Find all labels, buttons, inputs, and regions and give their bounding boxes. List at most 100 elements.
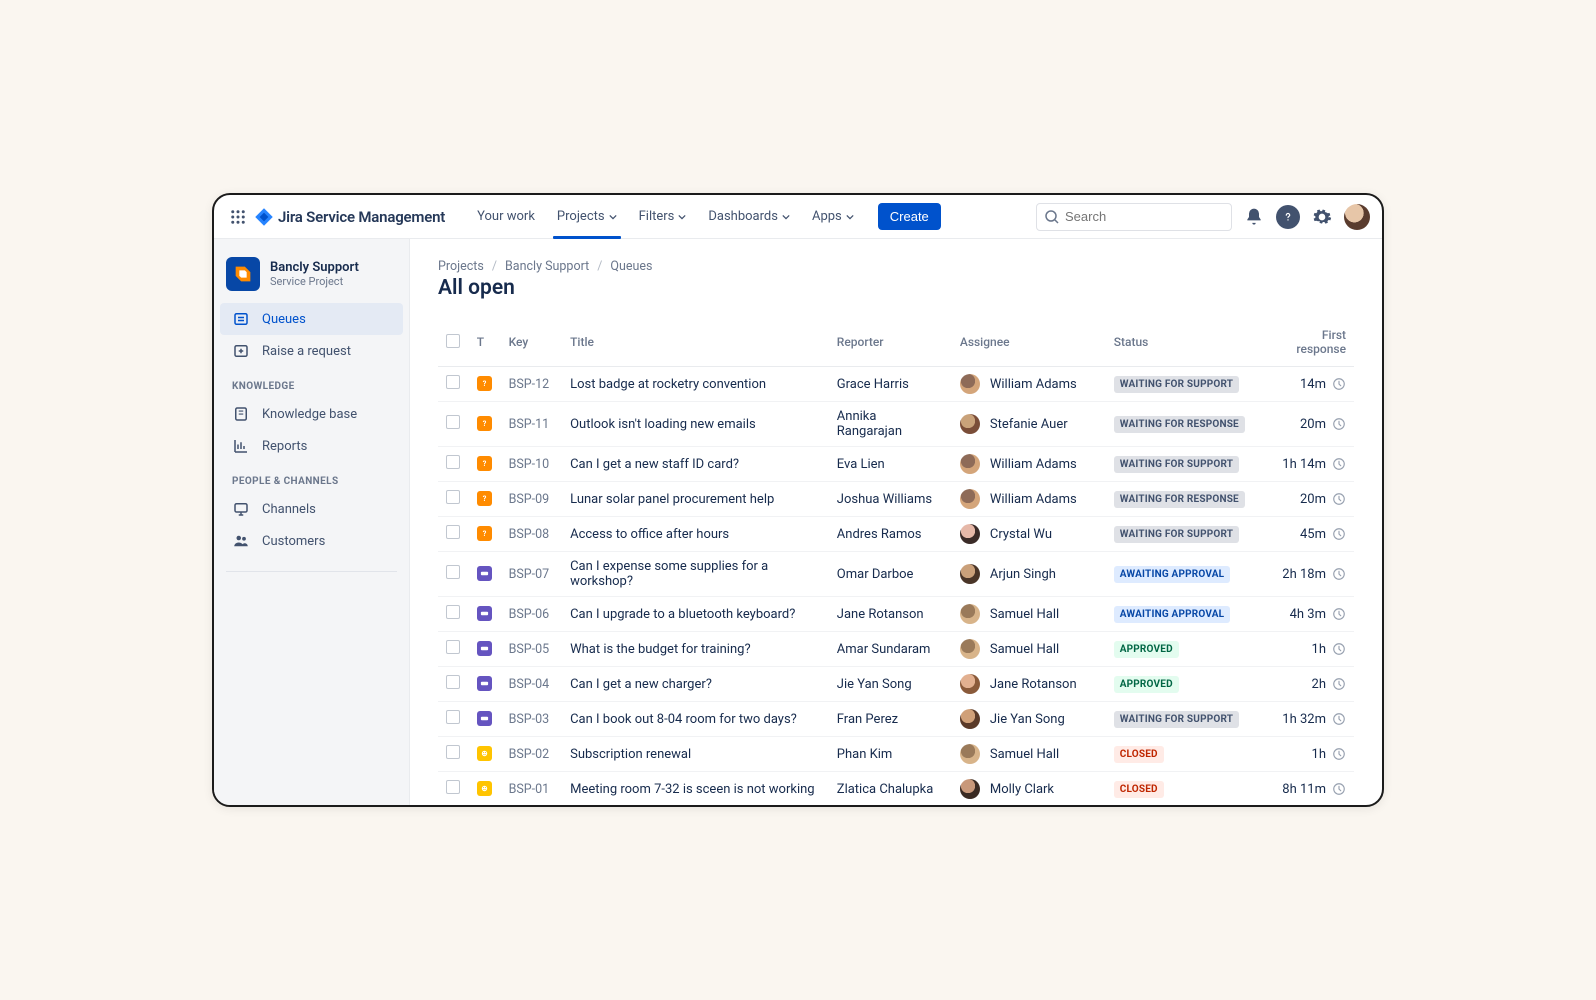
col-header-first-response[interactable]: First response bbox=[1262, 322, 1354, 367]
row-checkbox[interactable] bbox=[446, 605, 460, 619]
row-checkbox[interactable] bbox=[446, 375, 460, 389]
row-checkbox[interactable] bbox=[446, 415, 460, 429]
table-row[interactable]: BSP-07 Can I expense some supplies for a… bbox=[438, 552, 1354, 597]
table-row[interactable]: BSP-02 Subscription renewal Phan Kim Sam… bbox=[438, 737, 1354, 772]
status-badge[interactable]: APPROVED bbox=[1114, 641, 1179, 658]
status-badge[interactable]: WAITING FOR SUPPORT bbox=[1114, 456, 1239, 473]
issue-title[interactable]: Can I get a new staff ID card? bbox=[570, 457, 739, 472]
settings-icon[interactable] bbox=[1308, 203, 1336, 231]
table-row[interactable]: BSP-03 Can I book out 8-04 room for two … bbox=[438, 702, 1354, 737]
nav-projects[interactable]: Projects bbox=[547, 195, 627, 238]
breadcrumb-project[interactable]: Bancly Support bbox=[505, 259, 589, 274]
product-logo[interactable]: Jira Service Management bbox=[254, 207, 445, 227]
status-badge[interactable]: APPROVED bbox=[1114, 676, 1179, 693]
sidebar-item-channels[interactable]: Channels bbox=[220, 493, 403, 525]
issue-title[interactable]: Can I get a new charger? bbox=[570, 677, 712, 692]
issue-key[interactable]: BSP-09 bbox=[509, 492, 550, 507]
issue-key[interactable]: BSP-01 bbox=[509, 782, 550, 797]
issue-title[interactable]: Lost badge at rocketry convention bbox=[570, 377, 766, 392]
sidebar-item-queues[interactable]: Queues bbox=[220, 303, 403, 335]
assignee-avatar bbox=[960, 564, 980, 584]
nav-your-work[interactable]: Your work bbox=[467, 195, 545, 238]
row-checkbox[interactable] bbox=[446, 675, 460, 689]
project-header[interactable]: Bancly Support Service Project bbox=[220, 253, 403, 303]
issue-title[interactable]: Can I expense some supplies for a worksh… bbox=[570, 559, 768, 589]
issue-key[interactable]: BSP-06 bbox=[509, 607, 550, 622]
issue-title[interactable]: Can I book out 8-04 room for two days? bbox=[570, 712, 797, 727]
issue-key[interactable]: BSP-10 bbox=[509, 457, 550, 472]
table-row[interactable]: BSP-01 Meeting room 7-32 is sceen is not… bbox=[438, 772, 1354, 806]
row-checkbox[interactable] bbox=[446, 490, 460, 504]
assignee-name: Samuel Hall bbox=[990, 747, 1059, 762]
sidebar-item-knowledge-base[interactable]: Knowledge base bbox=[220, 398, 403, 430]
status-badge[interactable]: WAITING FOR SUPPORT bbox=[1114, 526, 1239, 543]
row-checkbox[interactable] bbox=[446, 455, 460, 469]
issue-key[interactable]: BSP-05 bbox=[509, 642, 550, 657]
sidebar-item-raise-request[interactable]: Raise a request bbox=[220, 335, 403, 367]
breadcrumb-projects[interactable]: Projects bbox=[438, 259, 484, 274]
sidebar-item-reports[interactable]: Reports bbox=[220, 430, 403, 462]
assignee-name: Samuel Hall bbox=[990, 607, 1059, 622]
table-row[interactable]: BSP-04 Can I get a new charger? Jie Yan … bbox=[438, 667, 1354, 702]
issue-title[interactable]: What is the budget for training? bbox=[570, 642, 751, 657]
clock-icon bbox=[1332, 527, 1346, 541]
row-checkbox[interactable] bbox=[446, 780, 460, 794]
issue-key[interactable]: BSP-02 bbox=[509, 747, 550, 762]
row-checkbox[interactable] bbox=[446, 745, 460, 759]
sidebar-divider bbox=[226, 571, 397, 572]
issue-key[interactable]: BSP-07 bbox=[509, 567, 550, 582]
help-icon[interactable] bbox=[1276, 205, 1300, 229]
issue-key[interactable]: BSP-08 bbox=[509, 527, 550, 542]
table-row[interactable]: BSP-05 What is the budget for training? … bbox=[438, 632, 1354, 667]
row-checkbox[interactable] bbox=[446, 565, 460, 579]
col-header-key[interactable]: Key bbox=[501, 322, 563, 367]
issue-type-icon bbox=[477, 711, 492, 726]
people-icon bbox=[232, 532, 250, 550]
issue-key[interactable]: BSP-03 bbox=[509, 712, 550, 727]
reporter-name: Omar Darboe bbox=[837, 567, 914, 582]
search-input[interactable] bbox=[1036, 203, 1232, 231]
table-row[interactable]: ? BSP-10 Can I get a new staff ID card? … bbox=[438, 447, 1354, 482]
notifications-icon[interactable] bbox=[1240, 203, 1268, 231]
issue-key[interactable]: BSP-11 bbox=[509, 417, 550, 432]
status-badge[interactable]: WAITING FOR RESPONSE bbox=[1114, 416, 1245, 433]
issue-title[interactable]: Outlook isn't loading new emails bbox=[570, 417, 756, 432]
sidebar-item-customers[interactable]: Customers bbox=[220, 525, 403, 557]
select-all-checkbox[interactable] bbox=[446, 334, 460, 348]
row-checkbox[interactable] bbox=[446, 525, 460, 539]
col-header-type[interactable]: T bbox=[469, 322, 501, 367]
status-badge[interactable]: WAITING FOR SUPPORT bbox=[1114, 376, 1239, 393]
table-row[interactable]: ? BSP-08 Access to office after hours An… bbox=[438, 517, 1354, 552]
app-switcher-icon[interactable] bbox=[226, 205, 250, 229]
profile-avatar[interactable] bbox=[1344, 204, 1370, 230]
nav-apps[interactable]: Apps bbox=[802, 195, 864, 238]
assignee-name: Jie Yan Song bbox=[990, 712, 1065, 727]
status-badge[interactable]: AWAITING APPROVAL bbox=[1114, 566, 1231, 583]
create-button[interactable]: Create bbox=[878, 203, 941, 230]
row-checkbox[interactable] bbox=[446, 640, 460, 654]
col-header-title[interactable]: Title bbox=[562, 322, 829, 367]
status-badge[interactable]: WAITING FOR SUPPORT bbox=[1114, 711, 1239, 728]
issue-title[interactable]: Can I upgrade to a bluetooth keyboard? bbox=[570, 607, 795, 622]
col-header-assignee[interactable]: Assignee bbox=[952, 322, 1106, 367]
status-badge[interactable]: CLOSED bbox=[1114, 746, 1164, 763]
col-header-reporter[interactable]: Reporter bbox=[829, 322, 952, 367]
table-row[interactable]: ? BSP-11 Outlook isn't loading new email… bbox=[438, 402, 1354, 447]
issue-title[interactable]: Subscription renewal bbox=[570, 747, 691, 762]
breadcrumb-queues[interactable]: Queues bbox=[610, 259, 652, 274]
issue-key[interactable]: BSP-04 bbox=[509, 677, 550, 692]
issue-title[interactable]: Access to office after hours bbox=[570, 527, 729, 542]
table-row[interactable]: ? BSP-09 Lunar solar panel procurement h… bbox=[438, 482, 1354, 517]
nav-filters[interactable]: Filters bbox=[629, 195, 697, 238]
table-row[interactable]: ? BSP-12 Lost badge at rocketry conventi… bbox=[438, 367, 1354, 402]
status-badge[interactable]: CLOSED bbox=[1114, 781, 1164, 798]
status-badge[interactable]: AWAITING APPROVAL bbox=[1114, 606, 1231, 623]
nav-dashboards[interactable]: Dashboards bbox=[698, 195, 800, 238]
status-badge[interactable]: WAITING FOR RESPONSE bbox=[1114, 491, 1245, 508]
issue-title[interactable]: Meeting room 7-32 is sceen is not workin… bbox=[570, 782, 815, 797]
row-checkbox[interactable] bbox=[446, 710, 460, 724]
issue-key[interactable]: BSP-12 bbox=[509, 377, 550, 392]
col-header-status[interactable]: Status bbox=[1106, 322, 1262, 367]
table-row[interactable]: BSP-06 Can I upgrade to a bluetooth keyb… bbox=[438, 597, 1354, 632]
issue-title[interactable]: Lunar solar panel procurement help bbox=[570, 492, 774, 507]
